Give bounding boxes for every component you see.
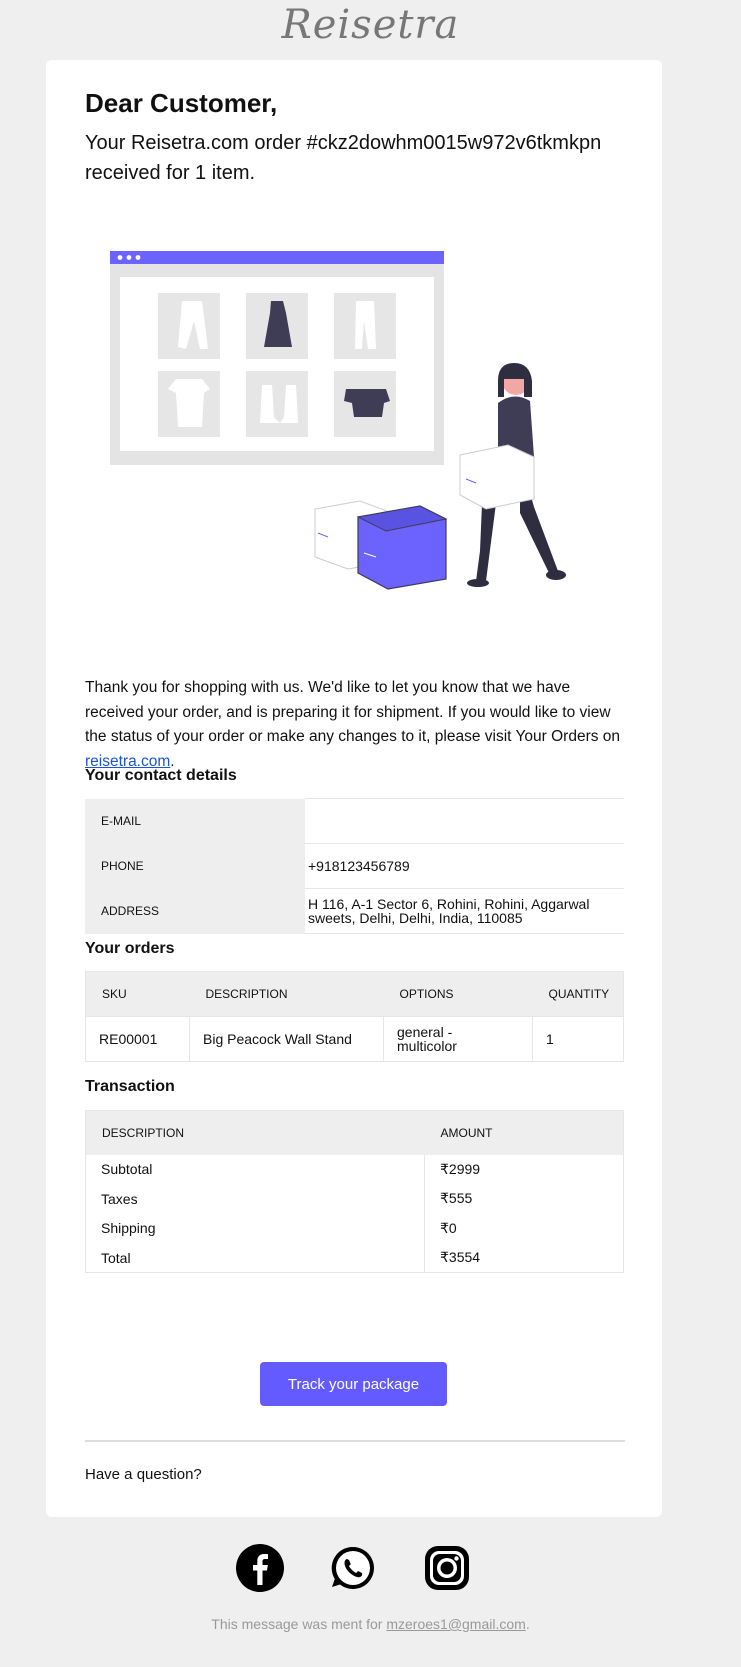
col-quantity: QUANTITY	[532, 971, 624, 1017]
col-options: OPTIONS	[383, 971, 533, 1017]
thank-you-message: Thank you for shopping with us. We'd lik…	[85, 676, 625, 774]
orders-table: SKU DESCRIPTION OPTIONS QUANTITY RE00001…	[85, 971, 624, 1062]
address-label: ADDRESS	[85, 888, 305, 934]
total-amount: ₹3554	[424, 1243, 624, 1273]
table-row: Taxes ₹555	[86, 1184, 624, 1214]
contact-table: E-MAIL PHONE +918123456789 ADDRESS H 116, …	[85, 798, 624, 934]
footer-suffix: .	[525, 1616, 530, 1632]
table-row: ADDRESS H 116, A-1 Sector 6, Rohini, Rohi…	[85, 888, 624, 934]
shipping-label: Shipping	[101, 1220, 156, 1237]
table-row: RE00001 Big Peacock Wall Stand general -…	[85, 1016, 624, 1062]
phone-label: PHONE	[85, 843, 305, 889]
order-description: Big Peacock Wall Stand	[189, 1016, 384, 1062]
order-options: general - multicolor	[383, 1016, 533, 1062]
phone-value: +918123456789	[305, 843, 624, 889]
col-amount: AMOUNT	[424, 1110, 624, 1155]
track-package-button[interactable]: Track your package	[260, 1362, 447, 1406]
orders-title: Your orders	[85, 940, 175, 957]
greeting: Dear Customer,	[85, 88, 278, 118]
taxes-amount: ₹555	[424, 1184, 624, 1214]
whatsapp-icon[interactable]	[328, 1543, 378, 1593]
col-description: DESCRIPTION	[189, 971, 384, 1017]
brand-logo: Reisetra	[281, 2, 460, 48]
table-row: PHONE +918123456789	[85, 843, 624, 889]
email-card: Dear Customer, Your Reisetra.com order #…	[46, 60, 662, 1517]
instagram-icon[interactable]	[422, 1543, 472, 1593]
col-description: DESCRIPTION	[85, 1110, 425, 1155]
total-label: Total	[101, 1249, 131, 1266]
transaction-title: Transaction	[85, 1078, 175, 1095]
col-sku: SKU	[85, 971, 190, 1017]
email-label: E-MAIL	[85, 798, 305, 844]
table-row: E-MAIL	[85, 798, 624, 844]
recipient-email-link[interactable]: mzeroes1@gmail.com	[386, 1616, 525, 1632]
message-body: Thank you for shopping with us. We'd lik…	[85, 679, 621, 745]
address-value: H 116, A-1 Sector 6, Rohini, Rohini, Agg…	[305, 888, 624, 934]
email-value	[305, 798, 624, 844]
contact-title: Your contact details	[85, 767, 237, 784]
table-header-row: SKU DESCRIPTION OPTIONS QUANTITY	[85, 971, 624, 1017]
facebook-icon[interactable]	[235, 1543, 285, 1593]
table-row: Subtotal ₹2999	[86, 1154, 624, 1184]
footer-note: This message was ment for mzeroes1@gmail…	[0, 1616, 741, 1632]
order-intro: Your Reisetra.com order #ckz2dowhm0015w9…	[85, 132, 602, 184]
table-row: Shipping ₹0	[86, 1213, 624, 1243]
order-quantity: 1	[532, 1016, 624, 1062]
table-header-row: DESCRIPTION AMOUNT	[85, 1110, 624, 1155]
subtotal-label: Subtotal	[101, 1161, 153, 1178]
question-text: Have a question?	[85, 1466, 202, 1483]
transaction-table: DESCRIPTION AMOUNT Subtotal ₹2999 Taxes ₹5…	[85, 1110, 624, 1273]
table-row: Total ₹3554	[86, 1243, 624, 1273]
order-sku: RE00001	[85, 1016, 190, 1062]
taxes-label: Taxes	[101, 1190, 138, 1207]
divider	[85, 1440, 625, 1442]
shopping-illustration	[110, 251, 566, 590]
shipping-amount: ₹0	[424, 1213, 624, 1243]
footer-prefix: This message was ment for	[211, 1616, 387, 1632]
subtotal-amount: ₹2999	[424, 1154, 624, 1184]
